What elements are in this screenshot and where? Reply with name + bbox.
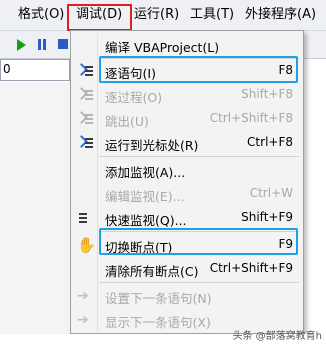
debug-menu-highlight: [67, 4, 132, 31]
menu-item-label: 设置下一条语句(N): [105, 291, 212, 306]
run-to-cursor-icon: [75, 135, 93, 151]
menu-format[interactable]: 格式(O): [18, 0, 64, 30]
menu-item-run-to-cursor[interactable]: 运行到光标处(R) Ctrl+F8: [73, 131, 301, 155]
object-combo[interactable]: 0: [0, 59, 70, 81]
menu-item-label: 跳出(U): [105, 114, 149, 129]
menu-separator: [99, 156, 299, 157]
menu-item-label: 运行到光标处(R): [105, 138, 199, 153]
menu-item-shortcut: Ctrl+W: [249, 186, 293, 200]
menu-item-quick-watch[interactable]: 快速监视(Q)... Shift+F9: [73, 206, 301, 230]
menu-separator: [99, 282, 299, 283]
step-into-icon: [75, 63, 93, 79]
menu-item-add-watch[interactable]: 添加监视(A)...: [73, 158, 301, 182]
step-over-icon: [75, 87, 93, 103]
code-window[interactable]: [0, 82, 70, 344]
menu-item-label: 编译 VBAProject(L): [105, 40, 220, 55]
menu-addins[interactable]: 外接程序(A): [245, 0, 316, 30]
object-combo-value: 0: [3, 62, 11, 76]
menu-item-compile[interactable]: 编译 VBAProject(L): [73, 33, 301, 57]
menu-item-shortcut: Ctrl+Shift+F8: [209, 111, 293, 125]
menu-item-label: 清除所有断点(C): [105, 264, 199, 279]
menu-item-label: 添加监视(A)...: [105, 165, 186, 180]
menu-item-label: 显示下一条语句(X): [105, 315, 211, 330]
watermark: 头条 @部落窝教育h: [232, 331, 322, 342]
stop-icon[interactable]: [58, 39, 68, 49]
pause-icon[interactable]: [37, 39, 47, 50]
step-into-highlight: [99, 56, 298, 83]
menu-item-set-next[interactable]: ➔ 设置下一条语句(N): [73, 284, 301, 308]
menu-item-label: 快速监视(Q)...: [105, 213, 187, 228]
hand-icon: ✋: [77, 236, 96, 254]
menu-item-shortcut: Shift+F9: [241, 210, 293, 224]
show-next-arrow-icon: ➔: [77, 312, 89, 328]
menu-item-edit-watch[interactable]: 编辑监视(E)... Ctrl+W: [73, 182, 301, 206]
menu-item-label: 逐过程(O): [105, 90, 163, 105]
menu-run[interactable]: 运行(R): [134, 0, 179, 30]
menu-item-step-over[interactable]: 逐过程(O) Shift+F8: [73, 83, 301, 107]
run-icon[interactable]: [17, 39, 26, 51]
menu-item-step-out[interactable]: 跳出(U) Ctrl+Shift+F8: [73, 107, 301, 131]
menu-item-label: 编辑监视(E)...: [105, 189, 185, 204]
menu-item-clear-breakpoints[interactable]: 清除所有断点(C) Ctrl+Shift+F9: [73, 257, 301, 281]
menu-tools[interactable]: 工具(T): [190, 0, 234, 30]
menu-item-shortcut: Shift+F8: [241, 87, 293, 101]
step-out-icon: [75, 111, 93, 127]
set-next-arrow-icon: ➔: [77, 288, 89, 304]
menu-item-shortcut: Ctrl+F8: [247, 135, 293, 149]
toggle-breakpoint-highlight: [99, 228, 298, 255]
quick-watch-icon: [77, 210, 93, 226]
menu-item-shortcut: Ctrl+Shift+F9: [209, 261, 293, 275]
menu-bar: 格式(O) 调试(D) 运行(R) 工具(T) 外接程序(A): [0, 0, 326, 31]
